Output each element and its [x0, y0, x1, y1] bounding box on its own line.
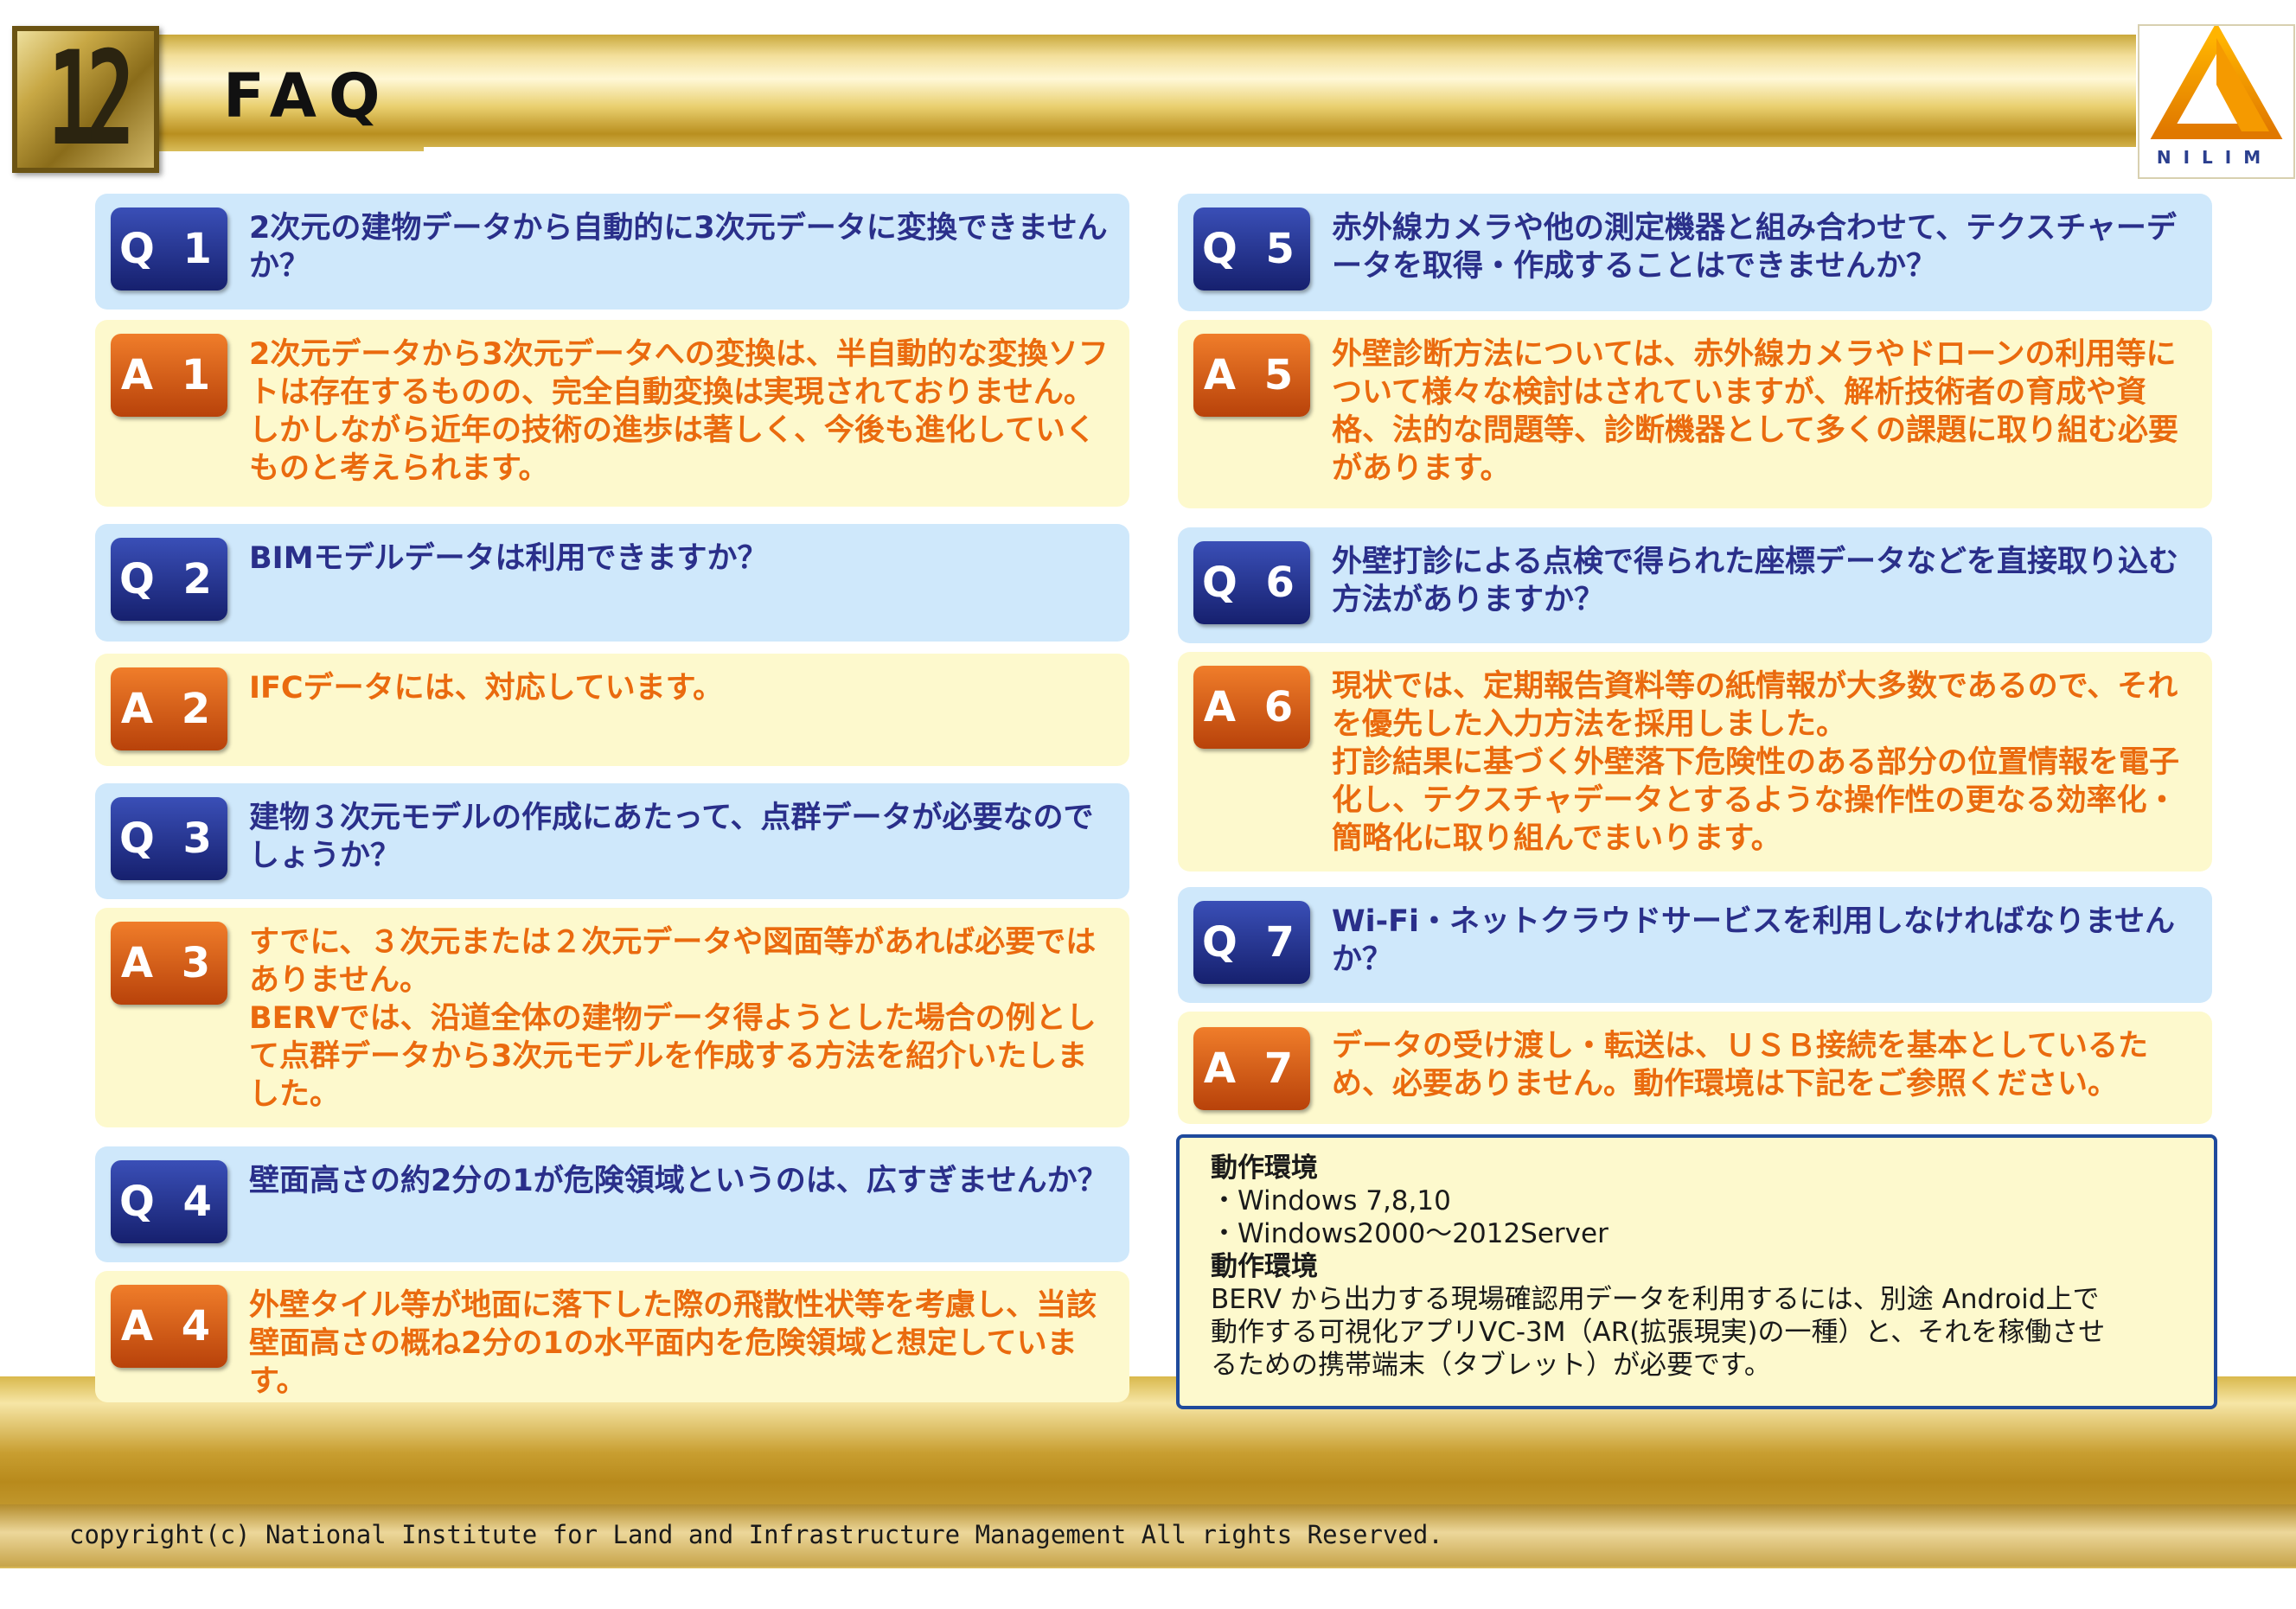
answer-paragraph: 外壁診断方法については、赤外線カメラやドローンの利用等について様々な検討はされて… — [1332, 337, 2178, 486]
answer-card-7: A 7 データの受け渡し・転送は、ＵＳＢ接続を基本としているため、必要ありません… — [1178, 1012, 2212, 1124]
os-item: ・Windows 7,8,10 — [1211, 1185, 1451, 1216]
answer-text: 外壁タイル等が地面に落下した際の飛散性状等を考慮し、当該壁面高さの概ね2分の1の… — [249, 1287, 1114, 1401]
question-badge: Q 4 — [111, 1160, 227, 1243]
question-badge: Q 5 — [1193, 208, 1310, 291]
copyright-text: copyright(c) National Institute for Land… — [69, 1520, 1443, 1549]
page-number: 12 — [48, 24, 135, 175]
header-band — [130, 35, 2136, 151]
question-badge: Q 2 — [111, 538, 227, 621]
question-card-7: Q 7 Wi-Fi・ネットクラウドサービスを利用しなければなりませんか？ — [1178, 887, 2212, 1003]
answer-text: データの受け渡し・転送は、ＵＳＢ接続を基本としているため、必要ありません。動作環… — [1332, 1027, 2197, 1103]
answer-paragraph: BERVでは、沿道全体の建物データ得ようとした場合の例として点群データから3次元… — [249, 1001, 1097, 1112]
environment-heading: 動作環境 — [1211, 1251, 1318, 1282]
answer-paragraph: 2次元データから3次元データへの変換は、半自動的な変換ソフトは存在するものの、完… — [249, 337, 1109, 486]
answer-card-1: A 1 2次元データから3次元データへの変換は、半自動的な変換ソフトは存在するも… — [95, 320, 1129, 507]
answer-text: 現状では、定期報告資料等の紙情報が大多数であるので、それを優先した入力方法を採用… — [1332, 667, 2197, 858]
answer-text: 2次元データから3次元データへの変換は、半自動的な変換ソフトは存在するものの、完… — [249, 335, 1114, 488]
answer-paragraph: すでに、３次元または２次元データや図面等があれば必要ではありません。 — [249, 925, 1097, 998]
answer-card-3: A 3 すでに、３次元または２次元データや図面等があれば必要ではありません。 B… — [95, 908, 1129, 1127]
answer-badge: A 6 — [1193, 666, 1310, 749]
answer-paragraph: 外壁タイル等が地面に落下した際の飛散性状等を考慮し、当該壁面高さの概ね2分の1の… — [249, 1288, 1097, 1399]
environment-note: 動作する可視化アプリVC-3M（AR(拡張現実)の一種）と、それを稼働させ — [1211, 1317, 2106, 1348]
os-item: ・Windows2000～2012Server — [1211, 1218, 1608, 1249]
question-text: 建物３次元モデルの作成にあたって、点群データが必要なのでしょうか？ — [249, 801, 1094, 873]
question-card-2: Q 2 BIMモデルデータは利用できますか？ — [95, 524, 1129, 642]
answer-badge: A 5 — [1193, 334, 1310, 417]
question-text: 2次元の建物データから自動的に3次元データに変換できませんか？ — [249, 211, 1108, 284]
environment-heading: 動作環境 — [1211, 1152, 1318, 1184]
question-badge: Q 3 — [111, 797, 227, 880]
logo-text: NILIM — [2156, 147, 2274, 168]
answer-badge: A 4 — [111, 1285, 227, 1368]
question-text: 壁面高さの約2分の1が危険領域というのは、広すぎませんか？ — [249, 1164, 1108, 1198]
answer-card-6: A 6 現状では、定期報告資料等の紙情報が大多数であるので、それを優先した入力方… — [1178, 652, 2212, 872]
answer-paragraph: 現状では、定期報告資料等の紙情報が大多数であるので、それを優先した入力方法を採用… — [1332, 669, 2178, 742]
question-badge: Q 1 — [111, 208, 227, 291]
triangle-logo-icon — [2150, 22, 2283, 139]
question-card-3: Q 3 建物３次元モデルの作成にあたって、点群データが必要なのでしょうか？ — [95, 783, 1129, 899]
answer-text: すでに、３次元または２次元データや図面等があれば必要ではありません。 BERVで… — [249, 923, 1114, 1114]
question-card-5: Q 5 赤外線カメラや他の測定機器と組み合わせて、テクスチャーデータを取得・作成… — [1178, 194, 2212, 311]
operating-environment-box: 動作環境 ・Windows 7,8,10 ・Windows2000～2012Se… — [1176, 1134, 2217, 1409]
answer-card-5: A 5 外壁診断方法については、赤外線カメラやドローンの利用等について様々な検討… — [1178, 320, 2212, 508]
question-card-1: Q 1 2次元の建物データから自動的に3次元データに変換できませんか？ — [95, 194, 1129, 310]
answer-paragraph: データの受け渡し・転送は、ＵＳＢ接続を基本としているため、必要ありません。動作環… — [1332, 1029, 2148, 1101]
answer-text: IFCデータには、対応しています。 — [249, 669, 1114, 707]
answer-badge: A 2 — [111, 667, 227, 750]
question-badge: Q 6 — [1193, 541, 1310, 624]
answer-text: 外壁診断方法については、赤外線カメラやドローンの利用等について様々な検討はされて… — [1332, 335, 2197, 488]
answer-paragraph: 打診結果に基づく外壁落下危険性のある部分の位置情報を電子化し、テクスチャデータと… — [1332, 745, 2180, 856]
answer-card-4: A 4 外壁タイル等が地面に落下した際の飛散性状等を考慮し、当該壁面高さの概ね2… — [95, 1271, 1129, 1402]
page-title: FAQ — [223, 61, 393, 131]
header-underline — [424, 147, 2136, 152]
question-text: 外壁打診による点検で得られた座標データなどを直接取り込む方法がありますか？ — [1332, 545, 2178, 617]
answer-card-2: A 2 IFCデータには、対応しています。 — [95, 654, 1129, 766]
question-text: 赤外線カメラや他の測定機器と組み合わせて、テクスチャーデータを取得・作成すること… — [1332, 211, 2177, 284]
answer-badge: A 3 — [111, 922, 227, 1005]
environment-note: るための携帯端末（タブレット）が必要です。 — [1211, 1350, 1771, 1381]
question-card-4: Q 4 壁面高さの約2分の1が危険領域というのは、広すぎませんか？ — [95, 1146, 1129, 1262]
answer-badge: A 7 — [1193, 1027, 1310, 1110]
question-text: Wi-Fi・ネットクラウドサービスを利用しなければなりませんか？ — [1332, 904, 2175, 977]
environment-note: BERV から出力する現場確認用データを利用するには、別途 Android上で — [1211, 1284, 2100, 1315]
answer-paragraph: IFCデータには、対応しています。 — [249, 671, 724, 706]
answer-badge: A 1 — [111, 334, 227, 417]
question-card-6: Q 6 外壁打診による点検で得られた座標データなどを直接取り込む方法がありますか… — [1178, 527, 2212, 643]
question-badge: Q 7 — [1193, 901, 1310, 984]
question-text: BIMモデルデータは利用できますか？ — [249, 541, 768, 576]
